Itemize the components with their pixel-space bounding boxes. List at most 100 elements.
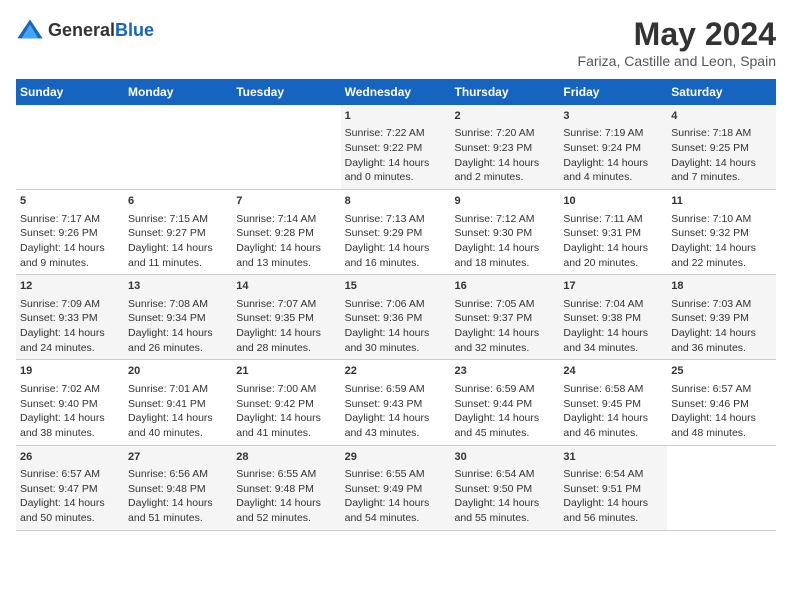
column-header-saturday: Saturday (667, 79, 776, 105)
day-info-line: Sunrise: 7:04 AM (563, 297, 663, 312)
day-info-line: Daylight: 14 hours (128, 326, 228, 341)
day-info-line: Sunrise: 6:57 AM (20, 467, 120, 482)
day-number: 7 (236, 194, 336, 209)
day-info-line: Daylight: 14 hours (671, 326, 772, 341)
day-info-line: and 45 minutes. (455, 426, 556, 441)
day-info-line: and 2 minutes. (455, 170, 556, 185)
day-info-line: Sunrise: 7:09 AM (20, 297, 120, 312)
day-info-line: and 55 minutes. (455, 511, 556, 526)
main-title: May 2024 (578, 16, 776, 53)
day-info-line: Sunrise: 7:10 AM (671, 212, 772, 227)
day-cell: 9Sunrise: 7:12 AMSunset: 9:30 PMDaylight… (451, 190, 560, 275)
day-number: 31 (563, 450, 663, 465)
day-info-line: Daylight: 14 hours (20, 411, 120, 426)
day-info-line: Daylight: 14 hours (345, 496, 447, 511)
day-number: 14 (236, 279, 336, 294)
day-cell: 13Sunrise: 7:08 AMSunset: 9:34 PMDayligh… (124, 275, 232, 360)
day-info-line: Daylight: 14 hours (20, 326, 120, 341)
day-info-line: Sunset: 9:27 PM (128, 226, 228, 241)
day-number: 10 (563, 194, 663, 209)
day-info-line: Sunset: 9:31 PM (563, 226, 663, 241)
day-info-line: Daylight: 14 hours (128, 241, 228, 256)
column-header-monday: Monday (124, 79, 232, 105)
day-info-line: Daylight: 14 hours (563, 496, 663, 511)
day-info-line: Sunset: 9:25 PM (671, 141, 772, 156)
page-header: GeneralBlue May 2024 Fariza, Castille an… (16, 16, 776, 69)
day-cell (124, 105, 232, 190)
day-info-line: and 28 minutes. (236, 341, 336, 356)
day-info-line: Sunrise: 6:55 AM (345, 467, 447, 482)
day-cell: 19Sunrise: 7:02 AMSunset: 9:40 PMDayligh… (16, 360, 124, 445)
column-header-tuesday: Tuesday (232, 79, 340, 105)
title-block: May 2024 Fariza, Castille and Leon, Spai… (578, 16, 776, 69)
day-info-line: Sunrise: 7:01 AM (128, 382, 228, 397)
column-header-wednesday: Wednesday (341, 79, 451, 105)
day-info-line: Sunset: 9:22 PM (345, 141, 447, 156)
day-info-line: Sunset: 9:51 PM (563, 482, 663, 497)
day-info-line: Sunset: 9:47 PM (20, 482, 120, 497)
day-info-line: Sunset: 9:39 PM (671, 311, 772, 326)
day-info-line: and 24 minutes. (20, 341, 120, 356)
day-cell: 5Sunrise: 7:17 AMSunset: 9:26 PMDaylight… (16, 190, 124, 275)
day-info-line: and 51 minutes. (128, 511, 228, 526)
day-cell (16, 105, 124, 190)
day-cell: 15Sunrise: 7:06 AMSunset: 9:36 PMDayligh… (341, 275, 451, 360)
day-info-line: Sunset: 9:34 PM (128, 311, 228, 326)
day-info-line: Sunset: 9:32 PM (671, 226, 772, 241)
day-cell: 29 Sunrise: 6:55 AMSunset: 9:49 PMDayligh… (341, 445, 451, 530)
day-cell (667, 445, 776, 530)
day-info-line: Sunset: 9:44 PM (455, 397, 556, 412)
day-info-line: and 43 minutes. (345, 426, 447, 441)
day-info-line: Sunset: 9:38 PM (563, 311, 663, 326)
day-info-line: Sunset: 9:37 PM (455, 311, 556, 326)
day-info-line: Sunset: 9:24 PM (563, 141, 663, 156)
day-info-line: and 36 minutes. (671, 341, 772, 356)
day-info-line: Daylight: 14 hours (455, 156, 556, 171)
day-info-line: Sunset: 9:26 PM (20, 226, 120, 241)
day-info-line: Sunrise: 7:06 AM (345, 297, 447, 312)
day-number: 16 (455, 279, 556, 294)
day-info-line: Sunset: 9:43 PM (345, 397, 447, 412)
day-info-line: Daylight: 14 hours (455, 326, 556, 341)
day-number: 26 (20, 450, 120, 465)
day-number: 24 (563, 364, 663, 379)
day-info-line: Sunrise: 6:55 AM (236, 467, 336, 482)
day-info-line: Sunrise: 7:02 AM (20, 382, 120, 397)
day-number: 12 (20, 279, 120, 294)
day-info-line: Sunrise: 6:59 AM (455, 382, 556, 397)
day-info-line: and 4 minutes. (563, 170, 663, 185)
day-number: 29 (345, 450, 447, 465)
day-info-line: Daylight: 14 hours (345, 411, 447, 426)
day-info-line: Sunrise: 7:03 AM (671, 297, 772, 312)
day-info-line: Sunset: 9:49 PM (345, 482, 447, 497)
day-cell: 23Sunrise: 6:59 AMSunset: 9:44 PMDayligh… (451, 360, 560, 445)
day-info-line: Sunrise: 7:00 AM (236, 382, 336, 397)
day-cell: 28Sunrise: 6:55 AMSunset: 9:48 PMDayligh… (232, 445, 340, 530)
day-info-line: Daylight: 14 hours (345, 156, 447, 171)
logo-icon (16, 16, 44, 44)
day-info-line: Sunset: 9:50 PM (455, 482, 556, 497)
day-info-line: Sunset: 9:46 PM (671, 397, 772, 412)
day-info-line: and 11 minutes. (128, 256, 228, 271)
day-number: 21 (236, 364, 336, 379)
day-info-line: Sunset: 9:45 PM (563, 397, 663, 412)
day-info-line: Sunset: 9:23 PM (455, 141, 556, 156)
day-info-line: and 48 minutes. (671, 426, 772, 441)
day-info-line: Daylight: 14 hours (345, 326, 447, 341)
day-cell: 18Sunrise: 7:03 AMSunset: 9:39 PMDayligh… (667, 275, 776, 360)
day-info-line: Sunset: 9:40 PM (20, 397, 120, 412)
day-cell: 20Sunrise: 7:01 AMSunset: 9:41 PMDayligh… (124, 360, 232, 445)
day-info-line: Sunset: 9:36 PM (345, 311, 447, 326)
day-info-line: Daylight: 14 hours (671, 156, 772, 171)
day-cell: 26Sunrise: 6:57 AMSunset: 9:47 PMDayligh… (16, 445, 124, 530)
day-info-line: and 30 minutes. (345, 341, 447, 356)
day-info-line: and 41 minutes. (236, 426, 336, 441)
week-row-1: 1Sunrise: 7:22 AMSunset: 9:22 PMDaylight… (16, 105, 776, 190)
day-number: 9 (455, 194, 556, 209)
day-number: 23 (455, 364, 556, 379)
day-cell: 21Sunrise: 7:00 AMSunset: 9:42 PMDayligh… (232, 360, 340, 445)
day-number: 3 (563, 109, 663, 124)
day-info-line: Sunrise: 7:05 AM (455, 297, 556, 312)
day-info-line: Daylight: 14 hours (236, 411, 336, 426)
calendar-table: SundayMondayTuesdayWednesdayThursdayFrid… (16, 79, 776, 531)
